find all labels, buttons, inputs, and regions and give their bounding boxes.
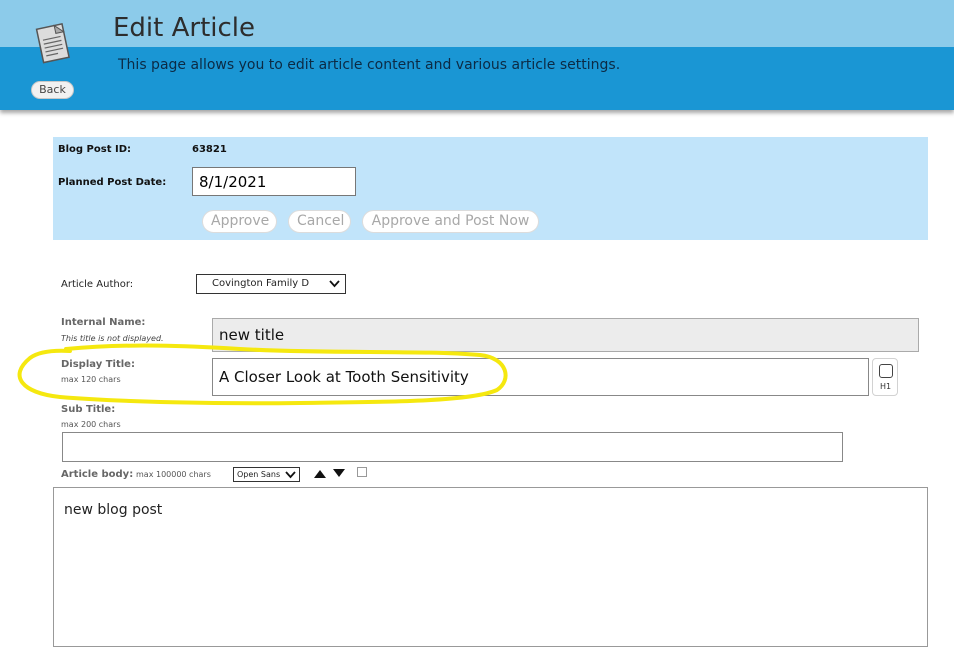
h1-checkbox[interactable] — [879, 364, 893, 378]
chevron-down-icon — [329, 280, 340, 288]
display-title-hint: max 120 chars — [61, 375, 121, 384]
article-body-text: new blog post — [64, 502, 163, 518]
back-button[interactable]: Back — [31, 81, 74, 99]
author-select-value: Covington Family D — [212, 278, 310, 289]
sub-title-label: Sub Title: — [61, 404, 116, 415]
h1-label: H1 — [880, 382, 892, 391]
article-body-label: Article body: — [61, 469, 134, 480]
internal-name-input[interactable] — [212, 318, 919, 352]
chevron-down-icon — [285, 471, 296, 479]
internal-name-hint: This title is not displayed. — [61, 334, 164, 343]
h1-toggle[interactable]: H1 — [872, 358, 898, 396]
approve-button[interactable]: Approve — [202, 210, 277, 233]
display-title-input[interactable] — [212, 358, 869, 396]
source-mode-checkbox[interactable] — [357, 467, 367, 477]
author-label: Article Author: — [61, 279, 134, 290]
sub-title-input[interactable] — [62, 432, 843, 462]
font-size-down-icon[interactable] — [333, 469, 345, 477]
internal-name-label: Internal Name: — [61, 317, 146, 328]
article-body-editor[interactable]: new blog post — [53, 487, 928, 647]
sub-title-hint: max 200 chars — [61, 420, 121, 429]
post-id-label: Blog Post ID: — [58, 144, 131, 155]
post-date-input[interactable] — [192, 167, 356, 196]
display-title-label: Display Title: — [61, 359, 135, 370]
document-icon — [35, 23, 70, 64]
approve-and-post-button[interactable]: Approve and Post Now — [362, 210, 539, 233]
post-id-value: 63821 — [192, 144, 227, 155]
cancel-button[interactable]: Cancel — [288, 210, 351, 233]
post-date-label: Planned Post Date: — [58, 177, 167, 188]
page-title: Edit Article — [113, 13, 256, 43]
font-select-value: Open Sans — [237, 470, 281, 479]
author-select[interactable]: Covington Family D — [196, 274, 346, 294]
article-body-hint: max 100000 chars — [136, 470, 211, 479]
page-header: Edit Article This page allows you to edi… — [0, 0, 954, 110]
page-description: This page allows you to edit article con… — [118, 57, 621, 73]
font-size-up-icon[interactable] — [314, 470, 326, 478]
